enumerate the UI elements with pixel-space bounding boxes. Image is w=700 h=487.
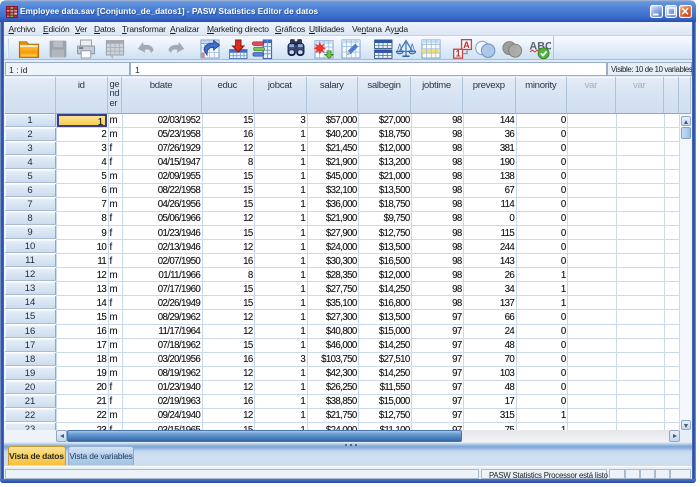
svg-text:1: 1 bbox=[456, 49, 461, 59]
svg-text:A: A bbox=[463, 40, 470, 50]
